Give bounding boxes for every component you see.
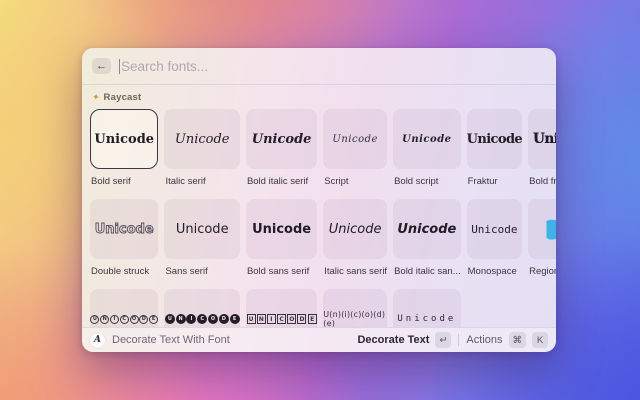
font-card-bold-sans-serif[interactable]: Unicode Bold sans serif xyxy=(245,199,318,289)
section-header: ✦ Raycast xyxy=(91,91,548,103)
font-card-spaced[interactable]: Unicode xyxy=(393,289,461,327)
search-input[interactable] xyxy=(121,58,546,74)
font-card-label: Sans serif xyxy=(165,266,208,277)
un-flag-emoji xyxy=(546,219,556,240)
search-bar: ← xyxy=(82,48,556,85)
section-title: Raycast xyxy=(103,91,142,103)
font-card-fraktur[interactable]: Unicode Fraktur xyxy=(466,109,523,199)
font-card-label: Italic sans serif xyxy=(324,266,388,277)
font-preview-bold-italic-serif[interactable]: Unicode xyxy=(245,109,318,169)
extension-name: Decorate Text With Font xyxy=(112,334,230,346)
font-preview-italic-sans-serif[interactable]: Unicode xyxy=(323,199,388,259)
font-preview-bold-fraktur[interactable]: Unicode xyxy=(528,109,556,169)
back-arrow-icon: ← xyxy=(96,60,107,72)
font-card-double-struck[interactable]: Unicode Double struck xyxy=(90,199,159,289)
font-preview-circled[interactable]: UNICODE xyxy=(90,289,159,327)
font-preview-italic-serif[interactable]: Unicode xyxy=(164,109,240,169)
font-preview-fraktur[interactable]: Unicode xyxy=(466,109,523,169)
font-preview-spaced[interactable]: Unicode xyxy=(393,289,461,327)
font-preview-bold-serif[interactable]: Unicode xyxy=(90,109,159,169)
font-card-italic-sans-serif[interactable]: Unicode Italic sans serif xyxy=(323,199,388,289)
font-card-label: Bold italic san... xyxy=(394,266,461,277)
font-preview-regional-indicator[interactable] xyxy=(528,199,556,259)
font-preview-bold-sans-serif[interactable]: Unicode xyxy=(245,199,318,259)
font-card-bold-italic-sans-serif[interactable]: Unicode Bold italic san... xyxy=(393,199,461,289)
extension-icon: A xyxy=(90,332,105,348)
font-card-bold-italic-serif[interactable]: Unicode Bold italic serif xyxy=(245,109,318,199)
font-preview-bold-script[interactable]: Unicode xyxy=(393,109,461,169)
font-card-sans-serif[interactable]: Unicode Sans serif xyxy=(164,199,240,289)
font-card-negative-circled[interactable]: UNICODE xyxy=(164,289,240,327)
font-preview-sans-serif[interactable]: Unicode xyxy=(164,199,240,259)
font-card-label: Regional indic... xyxy=(529,266,556,277)
font-card-label: Monospace xyxy=(467,266,517,277)
font-card-regional-indicator[interactable]: Regional indic... xyxy=(528,199,556,289)
primary-action-label: Decorate Text xyxy=(357,334,430,346)
font-preview-negative-circled[interactable]: UNICODE xyxy=(164,289,240,327)
font-preview-script[interactable]: Unicode xyxy=(323,109,388,169)
results-area: ✦ Raycast Unicode Bold serif Unicode Italic… xyxy=(82,85,556,327)
footer-bar: A Decorate Text With Font Decorate Text … xyxy=(82,327,556,352)
font-card-bold-script[interactable]: Unicode Bold script xyxy=(393,109,461,199)
font-grid: Unicode Bold serif Unicode Italic serif Unic… xyxy=(90,109,556,327)
footer-divider xyxy=(458,334,460,346)
raycast-window: ← ✦ Raycast Unicode Bold serif Unicode Ital… xyxy=(82,48,556,352)
cmd-keycap: ⌘ xyxy=(508,332,526,348)
font-preview-squared[interactable]: UNICODE xyxy=(245,289,318,327)
font-preview-double-struck[interactable]: Unicode xyxy=(90,199,159,259)
font-card-italic-serif[interactable]: Unicode Italic serif xyxy=(164,109,240,199)
font-card-label: Double struck xyxy=(91,266,150,277)
font-preview-monospace[interactable]: Unicode xyxy=(466,199,523,259)
font-card-bold-serif[interactable]: Unicode Bold serif xyxy=(90,109,159,199)
font-card-label: Bold italic serif xyxy=(246,176,309,187)
primary-action-button[interactable]: Decorate Text ↵ xyxy=(357,332,452,348)
font-card-monospace[interactable]: Unicode Monospace xyxy=(466,199,523,289)
font-card-label: Script xyxy=(324,176,349,187)
font-card-script[interactable]: Unicode Script xyxy=(323,109,388,199)
font-card-label: Bold sans serif xyxy=(246,266,310,277)
k-keycap: K xyxy=(532,332,548,348)
font-card-bold-fraktur[interactable]: Unicode Bold fraktur xyxy=(528,109,556,199)
search-field-wrap xyxy=(119,58,546,74)
return-keycap: ↵ xyxy=(435,332,452,348)
font-card-label: Bold fraktur xyxy=(529,176,556,187)
font-card-label: Fraktur xyxy=(467,176,498,187)
back-button[interactable]: ← xyxy=(92,58,111,74)
sparkle-icon: ✦ xyxy=(91,91,101,102)
actions-menu-button[interactable]: Actions ⌘ K xyxy=(466,332,548,348)
actions-label: Actions xyxy=(466,334,503,346)
font-card-circled[interactable]: UNICODE xyxy=(90,289,159,327)
font-preview-parenthesized[interactable]: U(n)(i)(c)(o)(d)(e) xyxy=(323,289,388,327)
font-card-label: Bold script xyxy=(394,176,439,187)
font-preview-bold-italic-sans-serif[interactable]: Unicode xyxy=(393,199,461,259)
font-card-squared[interactable]: UNICODE xyxy=(245,289,318,327)
font-card-label: Bold serif xyxy=(91,176,131,187)
font-card-parenthesized[interactable]: U(n)(i)(c)(o)(d)(e) xyxy=(323,289,388,327)
text-caret xyxy=(119,58,120,74)
font-card-label: Italic serif xyxy=(165,176,206,187)
